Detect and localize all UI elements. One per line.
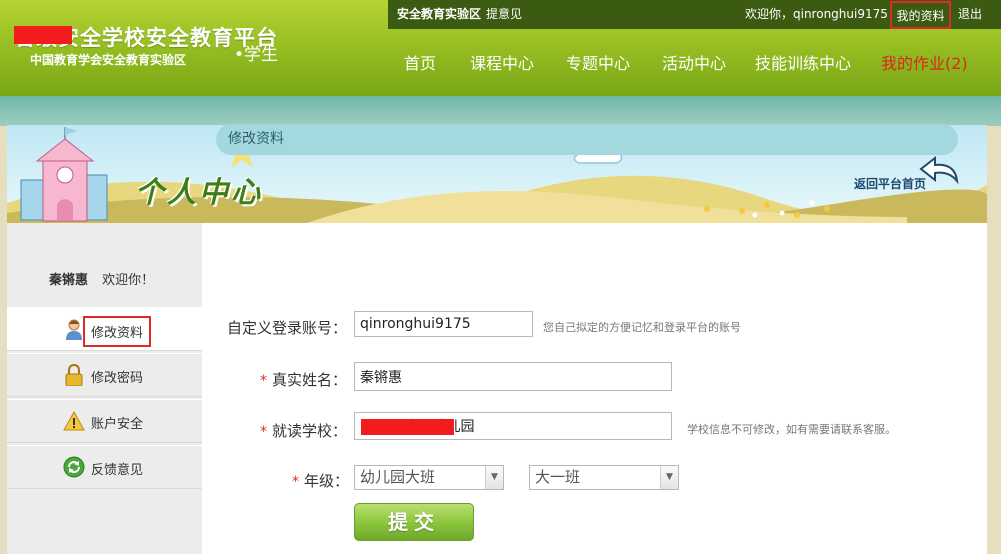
submit-button[interactable]: 提交 [354,503,474,541]
sidebar-item-feedback[interactable]: 反馈意见 [7,445,202,489]
school-label: * 就读学校： [260,420,347,441]
sidebar-item-edit-profile[interactable]: 修改资料 [7,307,202,351]
user-greeting: 秦锵惠 欢迎你！ [49,269,154,288]
grade-select[interactable]: 幼儿园大班 ▼ [354,465,504,490]
main-nav: 首页 课程中心 专题中心 活动中心 技能训练中心 我的作业(2) [0,50,1001,74]
site-header: 省级安全学校安全教育平台 中国教育学会安全教育实验区 •学生 安全教育实验区 提… [0,0,1001,96]
required-mark: * [260,424,267,440]
account-label: 自定义登录账号： [227,319,348,337]
nav-skill-training-center[interactable]: 技能训练中心 [755,50,851,74]
banner-title: 个人中心 [135,175,264,209]
nav-my-homework[interactable]: 我的作业(2) [881,50,968,74]
redaction-mark [361,419,454,435]
sidebar-item-account-security[interactable]: 账户安全 [7,399,202,443]
class-select-value: 大一班 [535,468,581,486]
real-name-input[interactable] [354,362,672,391]
header-band [0,96,1001,126]
nav-course-center[interactable]: 课程中心 [470,50,534,74]
required-mark: * [260,373,267,389]
refresh-icon [63,456,85,478]
my-profile-link[interactable]: 我的资料 [890,1,951,29]
school-label-text: 就读学校： [272,422,348,440]
school-hint: 学校信息不可修改，如有需要请联系客服。 [687,423,896,436]
nav-topic-center[interactable]: 专题中心 [566,50,630,74]
chevron-down-icon: ▼ [485,466,503,489]
logout-link[interactable]: 退出 [958,0,982,29]
nav-activity-center[interactable]: 活动中心 [662,50,726,74]
back-to-home-link[interactable]: 返回平台首页 [854,175,926,192]
sidebar-item-label: 修改密码 [91,371,144,386]
redaction-mark [14,26,72,44]
nav-home[interactable]: 首页 [404,50,436,74]
section-title-bar: 修改资料 [216,124,958,155]
grade-label: * 年级： [292,470,349,491]
user-icon [66,319,82,340]
feedback-link[interactable]: 提意见 [486,0,522,29]
user-name: 秦锵惠 [49,273,89,288]
grade-select-value: 幼儿园大班 [360,468,436,486]
zone-label: 安全教育实验区 [397,7,482,21]
lock-icon [65,364,83,386]
grade-label-text: 年级： [304,472,350,490]
account-input[interactable] [354,311,533,337]
warning-icon [63,410,85,431]
chevron-down-icon: ▼ [660,466,678,489]
sidebar-item-change-password[interactable]: 修改密码 [7,353,202,397]
real-name-label: * 真实姓名： [260,369,347,390]
real-name-label-text: 真实姓名： [272,371,348,389]
required-mark: * [292,474,299,490]
welcome-text: 欢迎你，qinronghui9175 [745,7,888,21]
sidebar: 秦锵惠 欢迎你！ 修改资料 修改密码 账户安全 反馈意见 [7,223,202,554]
sidebar-item-label: 修改资料 [83,316,152,347]
top-utility-bar: 安全教育实验区 提意见 欢迎你，qinronghui9175 我的资料 退出 [388,0,1001,29]
account-hint: 您自己拟定的方便记忆和登录平台的账号 [543,321,741,334]
sidebar-item-label: 反馈意见 [91,463,144,478]
sidebar-item-label: 账户安全 [91,417,144,432]
class-select[interactable]: 大一班 ▼ [529,465,679,490]
greeting-text: 欢迎你！ [102,273,155,288]
back-arrow-icon[interactable] [917,155,963,187]
